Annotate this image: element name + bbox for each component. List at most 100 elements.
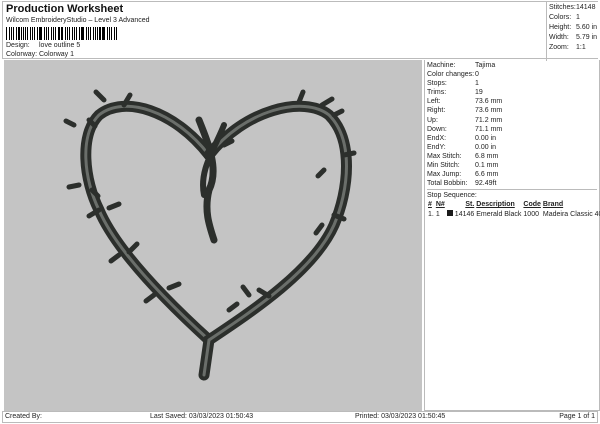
- detail-label: Right:: [427, 107, 446, 115]
- barcode-bar: [6, 27, 8, 40]
- barcode-bar: [64, 27, 67, 40]
- stat-value: 14148: [576, 4, 596, 11]
- stat-row: Stitches:14148: [549, 3, 600, 13]
- stop-sequence-title: Stop Sequence:: [427, 192, 477, 200]
- barcode-bar: [51, 27, 52, 40]
- stat-row: Width: 5.79 in: [549, 33, 600, 43]
- detail-row: Total Bobbin: 92.49ft: [427, 179, 597, 188]
- barcode-bar: [15, 27, 17, 40]
- detail-value: 73.6 mm: [475, 98, 503, 106]
- stat-label: Stitches:: [549, 4, 576, 11]
- barcode-bar: [38, 27, 40, 40]
- barcode-bar: [90, 27, 91, 40]
- stat-value: 5.79 in: [576, 34, 598, 41]
- column-header: Brand: [542, 201, 564, 209]
- detail-label: Max Stitch:: [427, 152, 462, 160]
- page-title: Production Worksheet: [6, 3, 124, 15]
- detail-label: Color changes:: [427, 71, 475, 79]
- barcode-bar: [73, 27, 75, 40]
- detail-value: 6.6 mm: [475, 171, 499, 179]
- barcode-bar: [103, 27, 106, 40]
- barcode-bar: [95, 27, 96, 40]
- detail-row: Stops: 1: [427, 79, 597, 88]
- barcode-bar: [60, 27, 62, 40]
- detail-row: Min Stitch: 0.1 mm: [427, 161, 597, 170]
- cell-stitches: 14146: [454, 210, 475, 218]
- design-label: Design:: [6, 42, 30, 49]
- barcode-bar: [57, 27, 60, 40]
- barcode-bar: [80, 27, 82, 40]
- detail-label: Total Bobbin:: [427, 180, 468, 188]
- cell-code: 1000: [523, 210, 539, 218]
- barcode-bar: [71, 27, 73, 40]
- barcode-bar: [10, 27, 12, 40]
- design-details-panel: Machine: Tajima Color changes:0 Stops: 1 Trim…: [424, 60, 600, 411]
- barcode-bar: [108, 27, 110, 40]
- barcode-bar: [48, 27, 50, 40]
- barcode-bar: [67, 27, 68, 40]
- barcode-bar: [29, 27, 31, 40]
- stat-row: Height: 5.60 in: [549, 23, 600, 33]
- barcode-bar: [75, 27, 77, 40]
- stat-label: Zoom:: [549, 44, 569, 51]
- barcode-bar: [24, 27, 27, 40]
- detail-row: Left: 73.6 mm: [427, 97, 597, 106]
- barcode-bar: [115, 27, 117, 40]
- barcode-bar: [101, 27, 103, 40]
- stat-label: Colors:: [549, 14, 572, 21]
- cell-needle: 1: [435, 210, 440, 218]
- detail-value: 0.00 in: [475, 143, 497, 151]
- barcode-bar: [27, 27, 28, 40]
- barcode-bar: [55, 27, 56, 40]
- detail-label: Max Jump:: [427, 171, 462, 179]
- detail-row: Max Jump: 6.6 mm: [427, 170, 597, 179]
- detail-label: Up:: [427, 116, 438, 124]
- barcode-bar: [33, 27, 36, 40]
- detail-label: Left:: [427, 98, 441, 106]
- detail-value: 92.49ft: [475, 180, 497, 188]
- barcode-bar: [82, 27, 85, 40]
- barcode-bar: [92, 27, 95, 40]
- cell-brand: Madeira Classic 40: [542, 210, 600, 218]
- colorway-label: Colorway:: [6, 51, 38, 58]
- page-footer: Created By: Last Saved: 03/03/2023 01:50…: [2, 411, 598, 423]
- cell-num: 1.: [428, 210, 434, 218]
- design-preview: [4, 60, 422, 411]
- barcode-bar: [86, 27, 88, 40]
- detail-label: Stops:: [427, 80, 447, 88]
- detail-row: Up: 71.2 mm: [427, 116, 597, 125]
- barcode-bar: [107, 27, 108, 40]
- barcode-bar: [20, 27, 22, 40]
- created-by: Created By:: [5, 413, 42, 420]
- column-header: N#: [435, 201, 445, 209]
- detail-value: 19: [475, 89, 483, 97]
- detail-label: Machine:: [427, 62, 456, 69]
- detail-row: Max Stitch: 6.8 mm: [427, 152, 597, 161]
- stat-label: Width:: [549, 34, 569, 41]
- detail-row: EndX: 0.00 in: [427, 134, 597, 143]
- barcode-bar: [52, 27, 54, 40]
- detail-row: Down: 71.1 mm: [427, 125, 597, 134]
- barcode-bar: [46, 27, 48, 40]
- detail-value: 0.1 mm: [475, 162, 499, 170]
- detail-value: 71.2 mm: [475, 116, 503, 124]
- barcode-bar: [31, 27, 33, 40]
- barcode-bar: [40, 27, 43, 40]
- last-saved: Last Saved: 03/03/2023 01:50:43: [150, 413, 254, 420]
- detail-value: Tajima: [475, 62, 496, 69]
- barcode: [6, 27, 118, 40]
- cell-description: Emerald Black: [476, 210, 522, 218]
- barcode-bar: [88, 27, 90, 40]
- barcode-bar: [110, 27, 112, 40]
- stat-label: Height:: [549, 24, 572, 31]
- colorway: Colorway: Colorway 1: [6, 51, 74, 58]
- detail-label: EndX:: [427, 134, 447, 142]
- stop-sequence-table: # N# St. Description Code Brand 1. 1 14146 Emeral…: [427, 200, 600, 218]
- stat-row: Zoom: 1:1: [549, 43, 600, 53]
- column-header: St.: [465, 201, 475, 209]
- color-swatch: [446, 209, 453, 216]
- column-header: #: [428, 201, 432, 209]
- barcode-bar: [37, 27, 38, 40]
- barcode-bar: [17, 27, 20, 40]
- detail-value: 6.8 mm: [475, 152, 499, 160]
